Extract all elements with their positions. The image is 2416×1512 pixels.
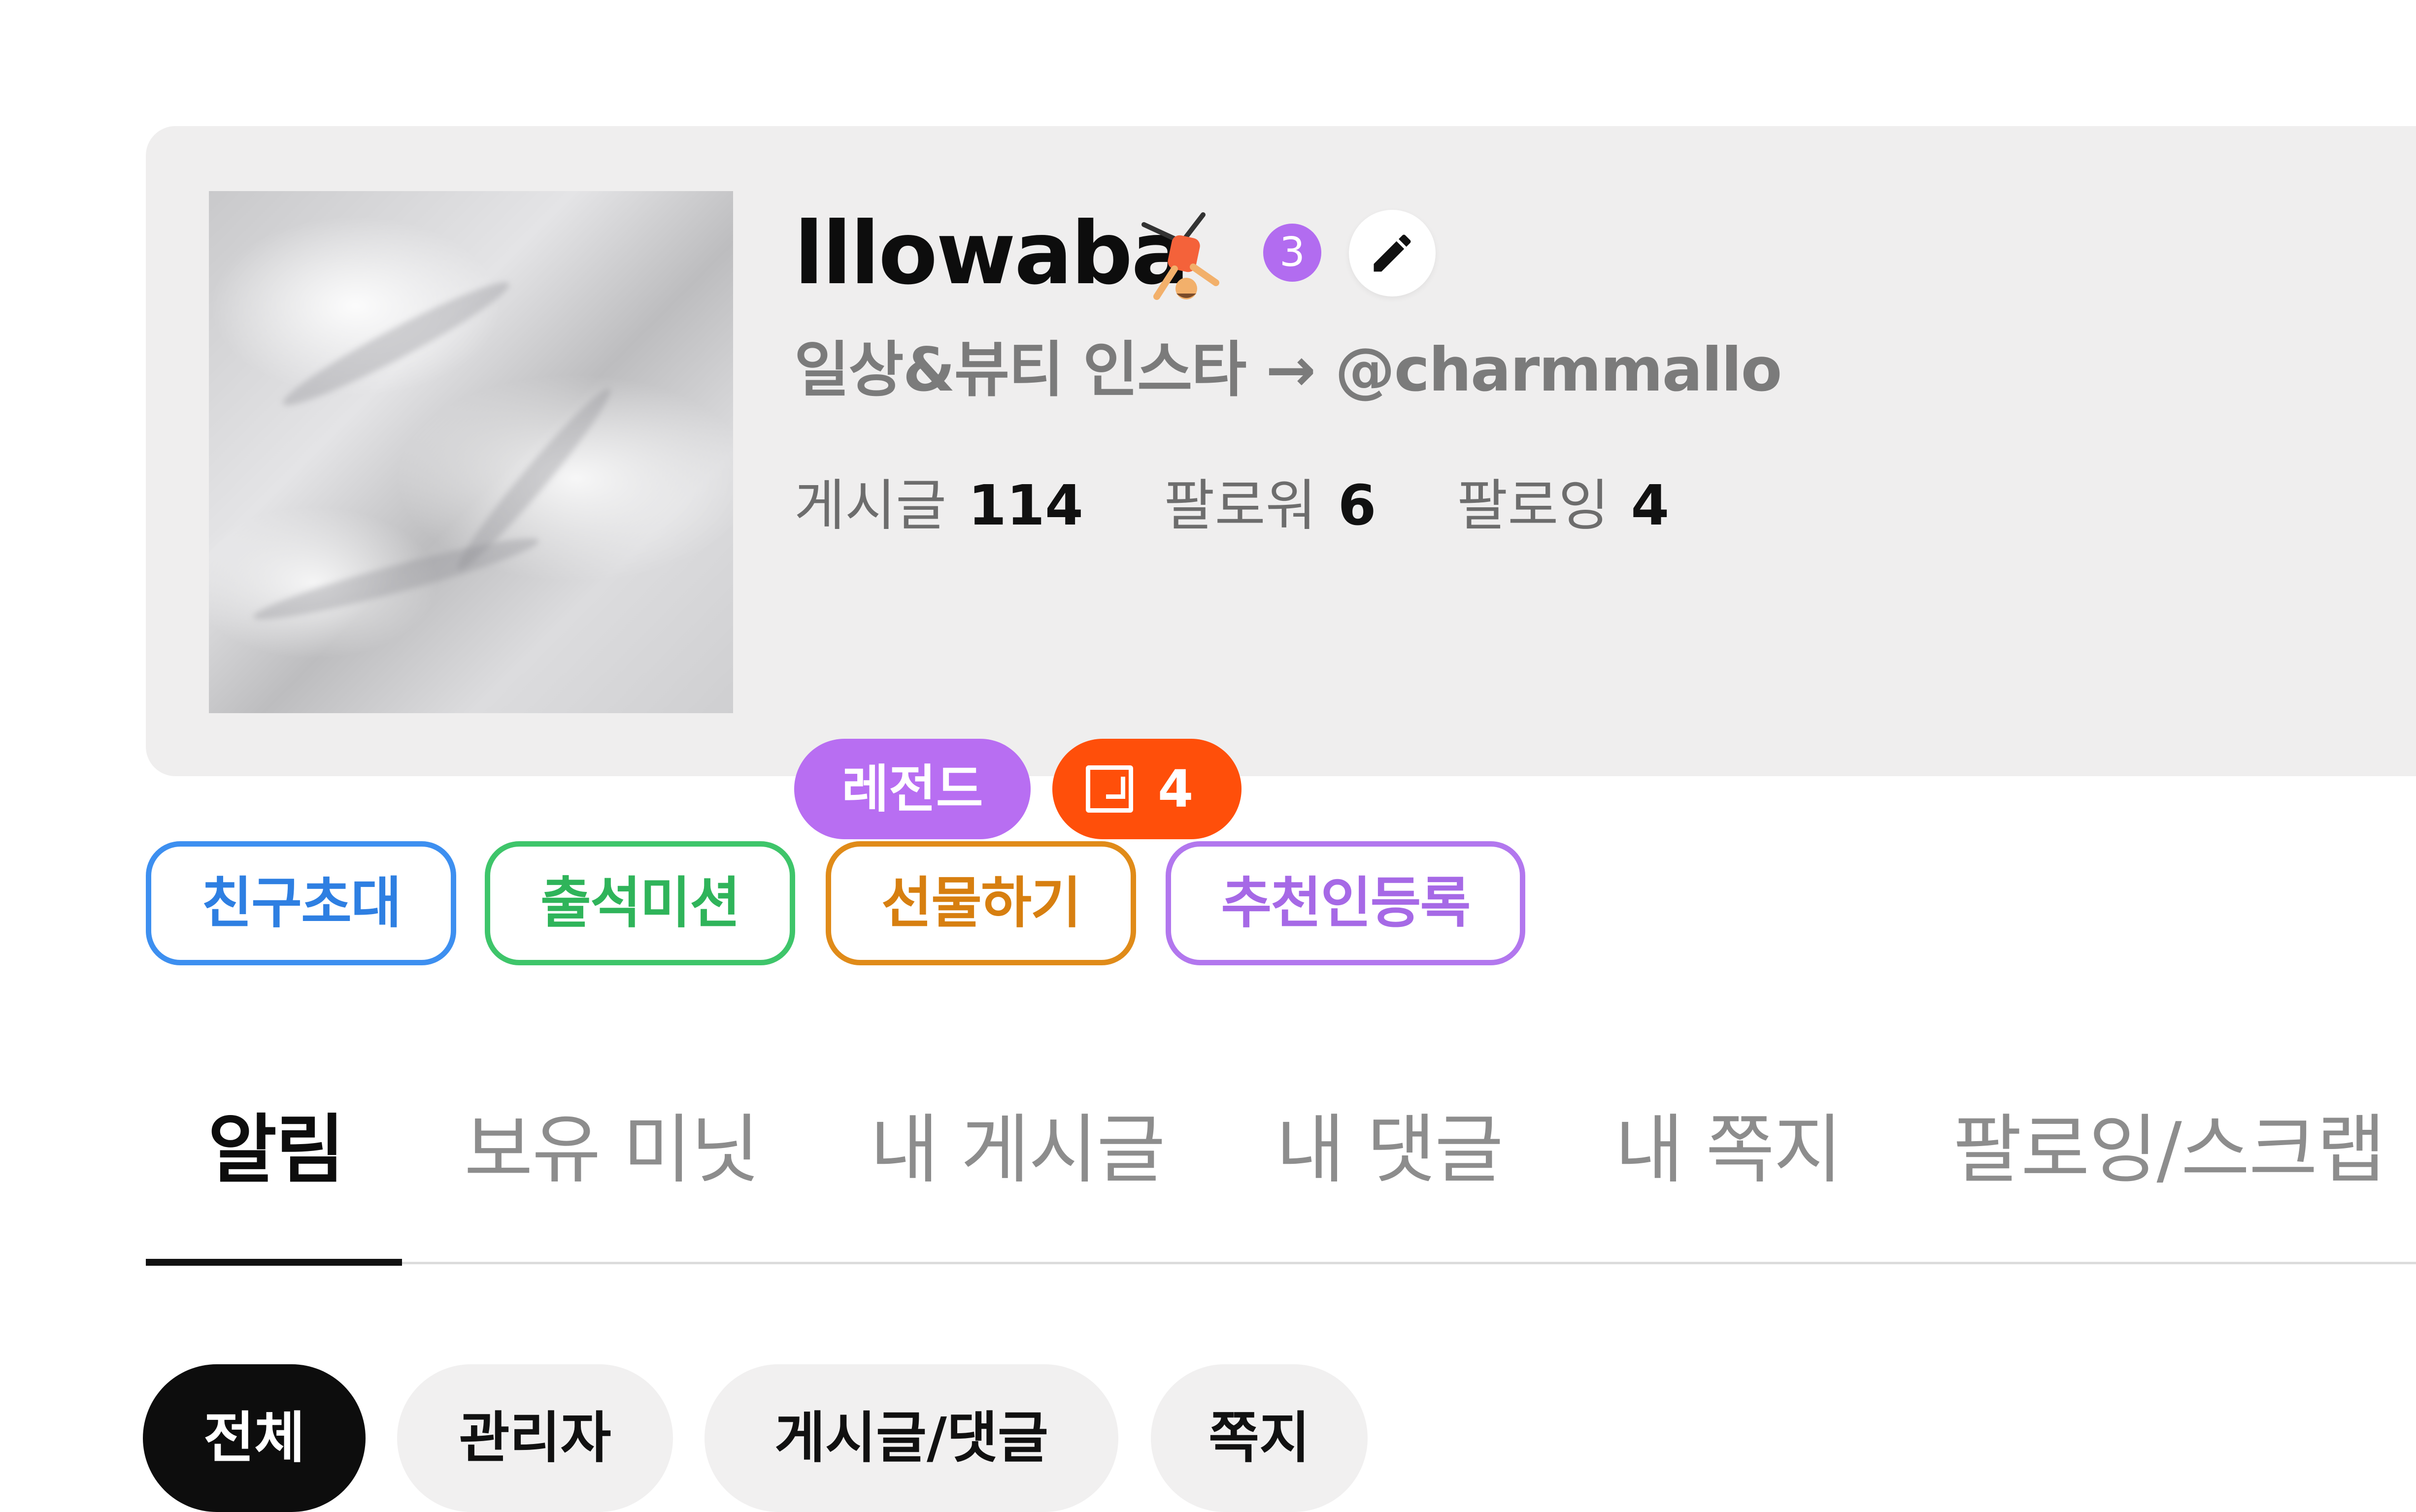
- stat-posts[interactable]: 게시글 114: [794, 461, 1083, 541]
- tab-notifications[interactable]: 알림: [208, 1074, 345, 1226]
- filter-messages[interactable]: 쪽지: [1151, 1364, 1368, 1512]
- tab-my-messages[interactable]: 내 쪽지: [1615, 1074, 1843, 1226]
- tab-divider: [402, 1262, 2416, 1264]
- box-icon: [1086, 765, 1133, 813]
- tab-owned-minit[interactable]: 보유 미닛: [464, 1074, 760, 1226]
- stat-label: 팔로잉: [1457, 474, 1610, 538]
- stat-value: 114: [968, 474, 1083, 538]
- stat-label: 팔로워: [1164, 474, 1316, 538]
- invite-friend-button[interactable]: 친구초대: [146, 841, 456, 965]
- count-badge-value: 4: [1158, 759, 1194, 819]
- edit-profile-button[interactable]: [1349, 210, 1436, 296]
- stat-label: 게시글: [794, 474, 947, 538]
- active-tab-indicator: [146, 1259, 402, 1266]
- attendance-mission-button[interactable]: 출석미션: [485, 841, 795, 965]
- profile-card: lllowaba 3 일상&뷰티 인스타 → @charmmallo 게시글 11…: [146, 126, 2416, 839]
- filter-all[interactable]: 전체: [143, 1364, 366, 1512]
- level-badge: 3: [1263, 224, 1321, 282]
- cartwheel-emoji-icon: [1141, 212, 1219, 300]
- profile-avatar[interactable]: [209, 191, 733, 713]
- tab-my-comments[interactable]: 내 댓글: [1276, 1074, 1504, 1226]
- stat-value: 4: [1631, 474, 1670, 538]
- stat-following[interactable]: 팔로잉 4: [1457, 461, 1669, 541]
- avatar-texture: [250, 527, 542, 630]
- gift-button[interactable]: 선물하기: [826, 841, 1136, 965]
- count-badge: 4: [1052, 739, 1242, 839]
- tab-following-scrap[interactable]: 팔로잉/스크랩: [1953, 1074, 2385, 1226]
- filter-posts-comments[interactable]: 게시글/댓글: [705, 1364, 1118, 1512]
- filter-admin[interactable]: 관리자: [397, 1364, 673, 1512]
- avatar-texture: [276, 270, 516, 417]
- profile-bio: 일상&뷰티 인스타 → @charmmallo: [794, 335, 1782, 405]
- profile-stats: 게시글 114 팔로워 6 팔로잉 4: [794, 461, 1732, 541]
- stat-followers[interactable]: 팔로워 6: [1164, 461, 1376, 541]
- pencil-icon: [1374, 234, 1411, 272]
- tab-my-posts[interactable]: 내 게시글: [870, 1074, 1166, 1226]
- stat-value: 6: [1338, 474, 1376, 538]
- tab-bar: 알림 보유 미닛 내 게시글 내 댓글 내 쪽지 팔로잉/스크랩: [146, 1074, 2416, 1269]
- grade-badge: 레전드: [794, 739, 1031, 839]
- referral-register-button[interactable]: 추천인등록: [1166, 841, 1525, 965]
